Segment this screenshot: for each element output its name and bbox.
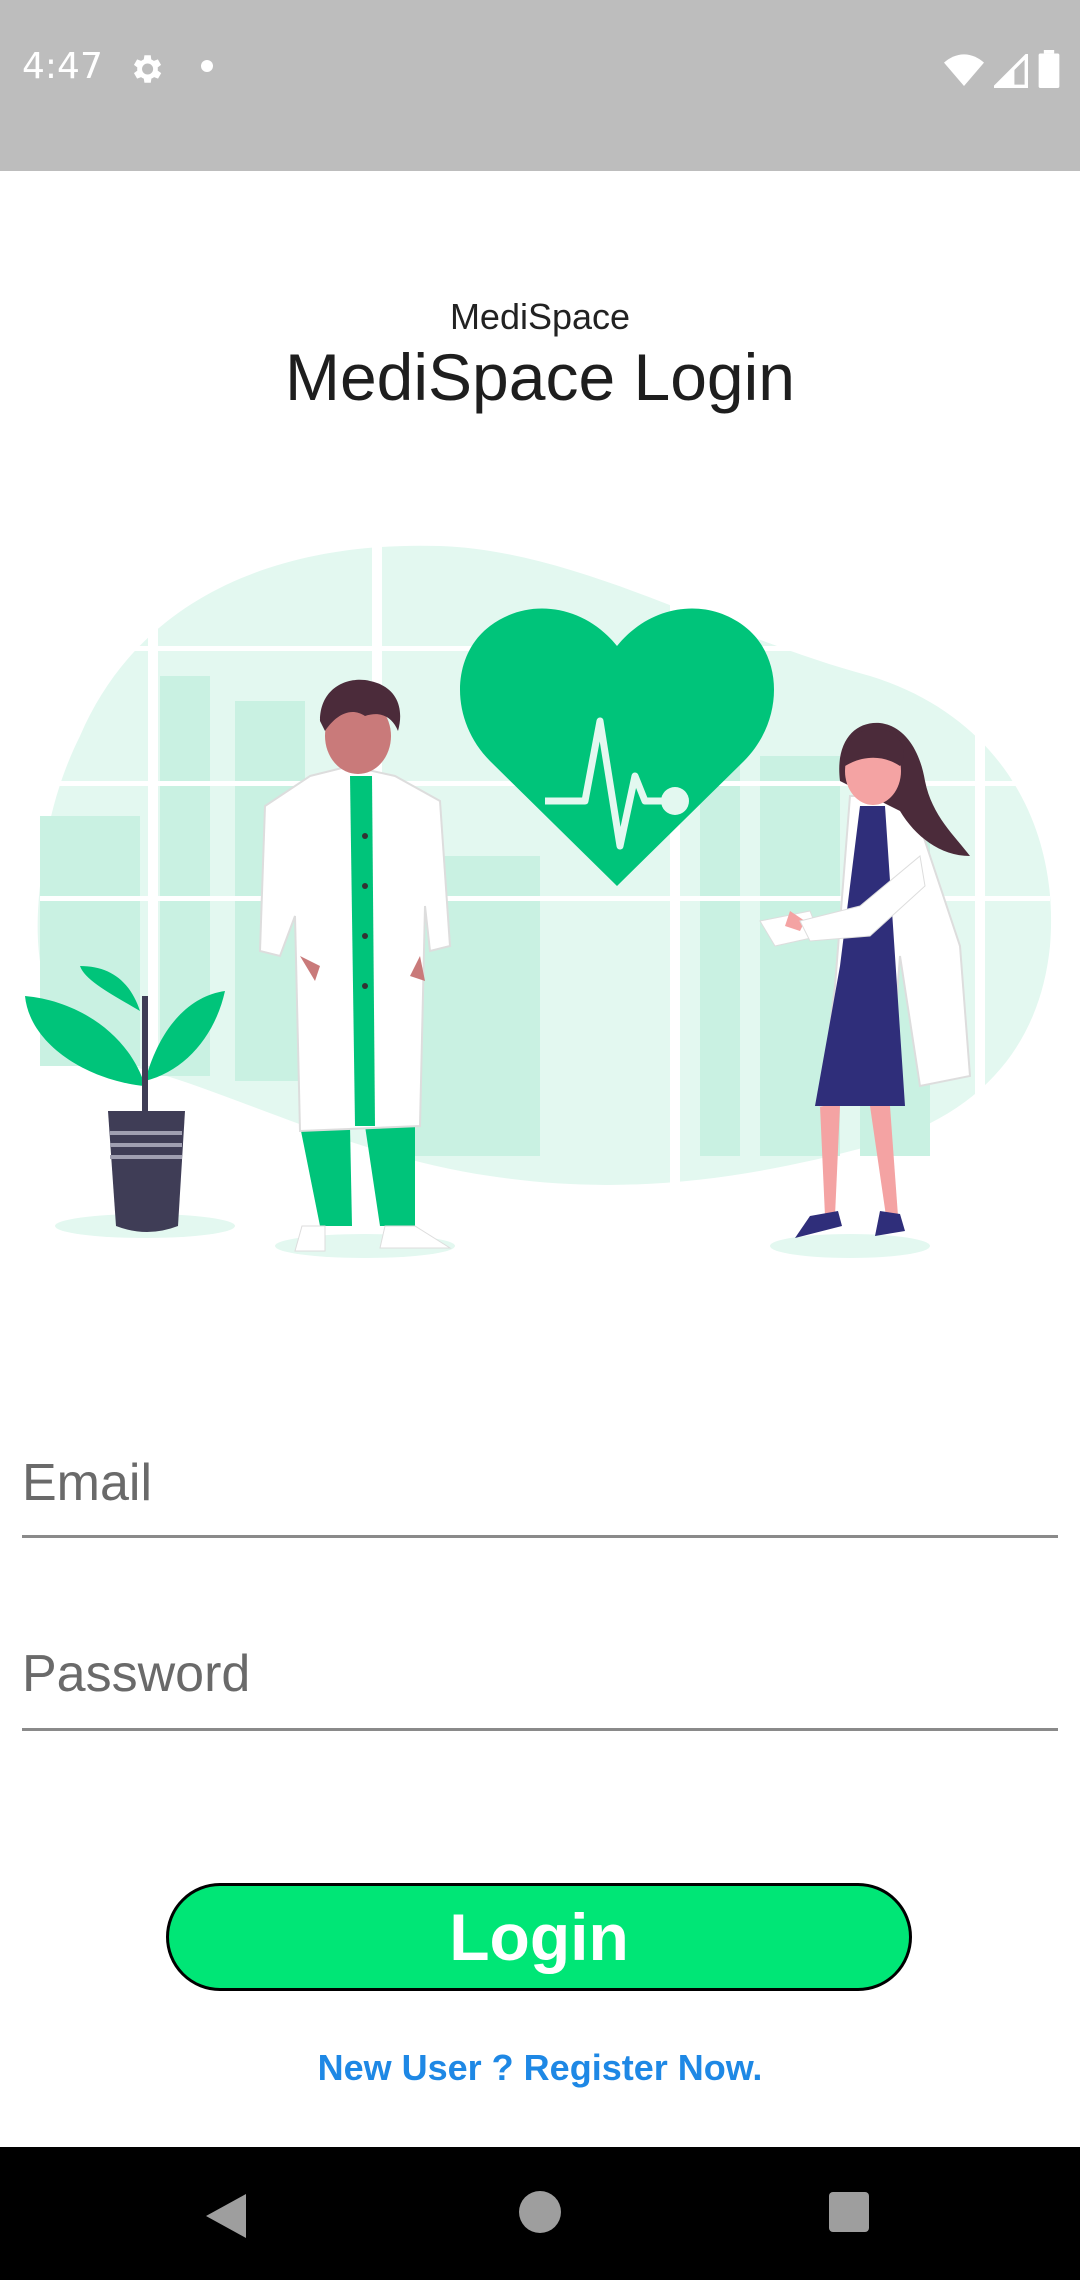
home-icon[interactable] (519, 2191, 561, 2233)
password-field[interactable] (22, 1621, 1058, 1731)
email-field[interactable] (22, 1433, 1058, 1538)
doctors-heart-illustration (25, 545, 1052, 1258)
status-time: 4:47 (22, 46, 103, 87)
login-screen: MediSpace MediSpace Login Email Login Ne… (0, 171, 1080, 2147)
back-icon[interactable] (206, 2194, 246, 2238)
gear-icon (133, 55, 162, 83)
login-button[interactable]: Login (166, 1883, 912, 1991)
email-input[interactable] (22, 1433, 1058, 1533)
register-link[interactable]: New User ? Register Now. (0, 2047, 1080, 2089)
navigation-bar (0, 2147, 1080, 2280)
battery-icon (1038, 50, 1060, 88)
wifi-icon (944, 54, 984, 86)
status-bar: 4:47 (0, 0, 1080, 171)
password-input[interactable] (22, 1621, 1058, 1726)
plant-pot (108, 1111, 185, 1232)
app-name: MediSpace (449, 296, 631, 337)
recents-icon[interactable] (829, 2192, 869, 2232)
signal-icon (994, 54, 1028, 88)
status-icons (944, 48, 1060, 88)
notification-dot-icon (201, 60, 213, 72)
page-title: MediSpace Login (284, 340, 796, 414)
